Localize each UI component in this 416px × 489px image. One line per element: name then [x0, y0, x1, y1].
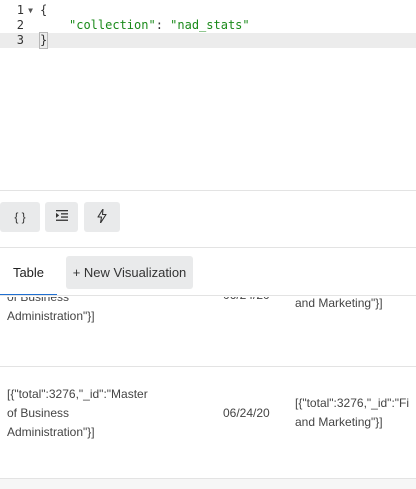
editor-line-3[interactable]: 3 } — [0, 32, 416, 49]
code-text: "collection": "nad_stats" — [69, 18, 250, 33]
result-tabs: Table + New Visualization — [0, 256, 416, 296]
table-cell: [{"total":3276,"_id":"Master of Business… — [7, 297, 95, 323]
table-cell: [{"total":3276,"_id":"Fi and Marketing"}… — [295, 297, 383, 310]
table-footer — [0, 479, 416, 489]
format-json-button[interactable]: { } — [0, 202, 40, 232]
table-cell-date: 06/24/20 — [223, 406, 270, 420]
new-visualization-button[interactable]: + New Visualization — [66, 256, 193, 289]
json-separator: : — [155, 18, 171, 32]
line-number: 3 — [16, 33, 24, 47]
table-cell-date: 06/24/20 — [223, 297, 283, 305]
code-text: { — [40, 3, 48, 17]
table-cell: [{"total":3276,"_id":"Fi and Marketing"}… — [295, 396, 410, 429]
json-string-value: "nad_stats" — [170, 18, 250, 32]
results-table[interactable]: [{"total":3276,"_id":"Master of Business… — [0, 297, 416, 489]
indent-icon — [55, 210, 68, 224]
query-editor[interactable]: 1 ▼ { 2 "collection": "nad_stats" 3 } — [0, 0, 416, 190]
indent-button[interactable] — [45, 202, 78, 232]
run-query-button[interactable] — [84, 202, 120, 232]
table-cell: [{"total":3276,"_id":"Master of Business… — [7, 387, 148, 439]
divider — [0, 247, 416, 248]
lightning-bolt-icon — [97, 207, 107, 226]
editor-line-2[interactable]: 2 "collection": "nad_stats" — [0, 18, 416, 33]
json-key: "collection" — [69, 18, 156, 32]
divider — [0, 190, 416, 191]
tab-table[interactable]: Table — [0, 256, 57, 296]
code-text: } — [38, 32, 49, 49]
divider — [0, 295, 416, 296]
line-number: 1 — [16, 3, 24, 17]
table-row[interactable]: [{"total":3276,"_id":"Master of Business… — [0, 366, 416, 463]
braces-icon: { } — [14, 210, 26, 224]
table-row[interactable]: [{"total":3276,"_id":"Master of Business… — [0, 297, 416, 366]
line-number: 2 — [16, 18, 24, 32]
editor-line-1[interactable]: 1 ▼ { — [0, 3, 416, 18]
fold-toggle-icon[interactable]: ▼ — [26, 3, 35, 18]
